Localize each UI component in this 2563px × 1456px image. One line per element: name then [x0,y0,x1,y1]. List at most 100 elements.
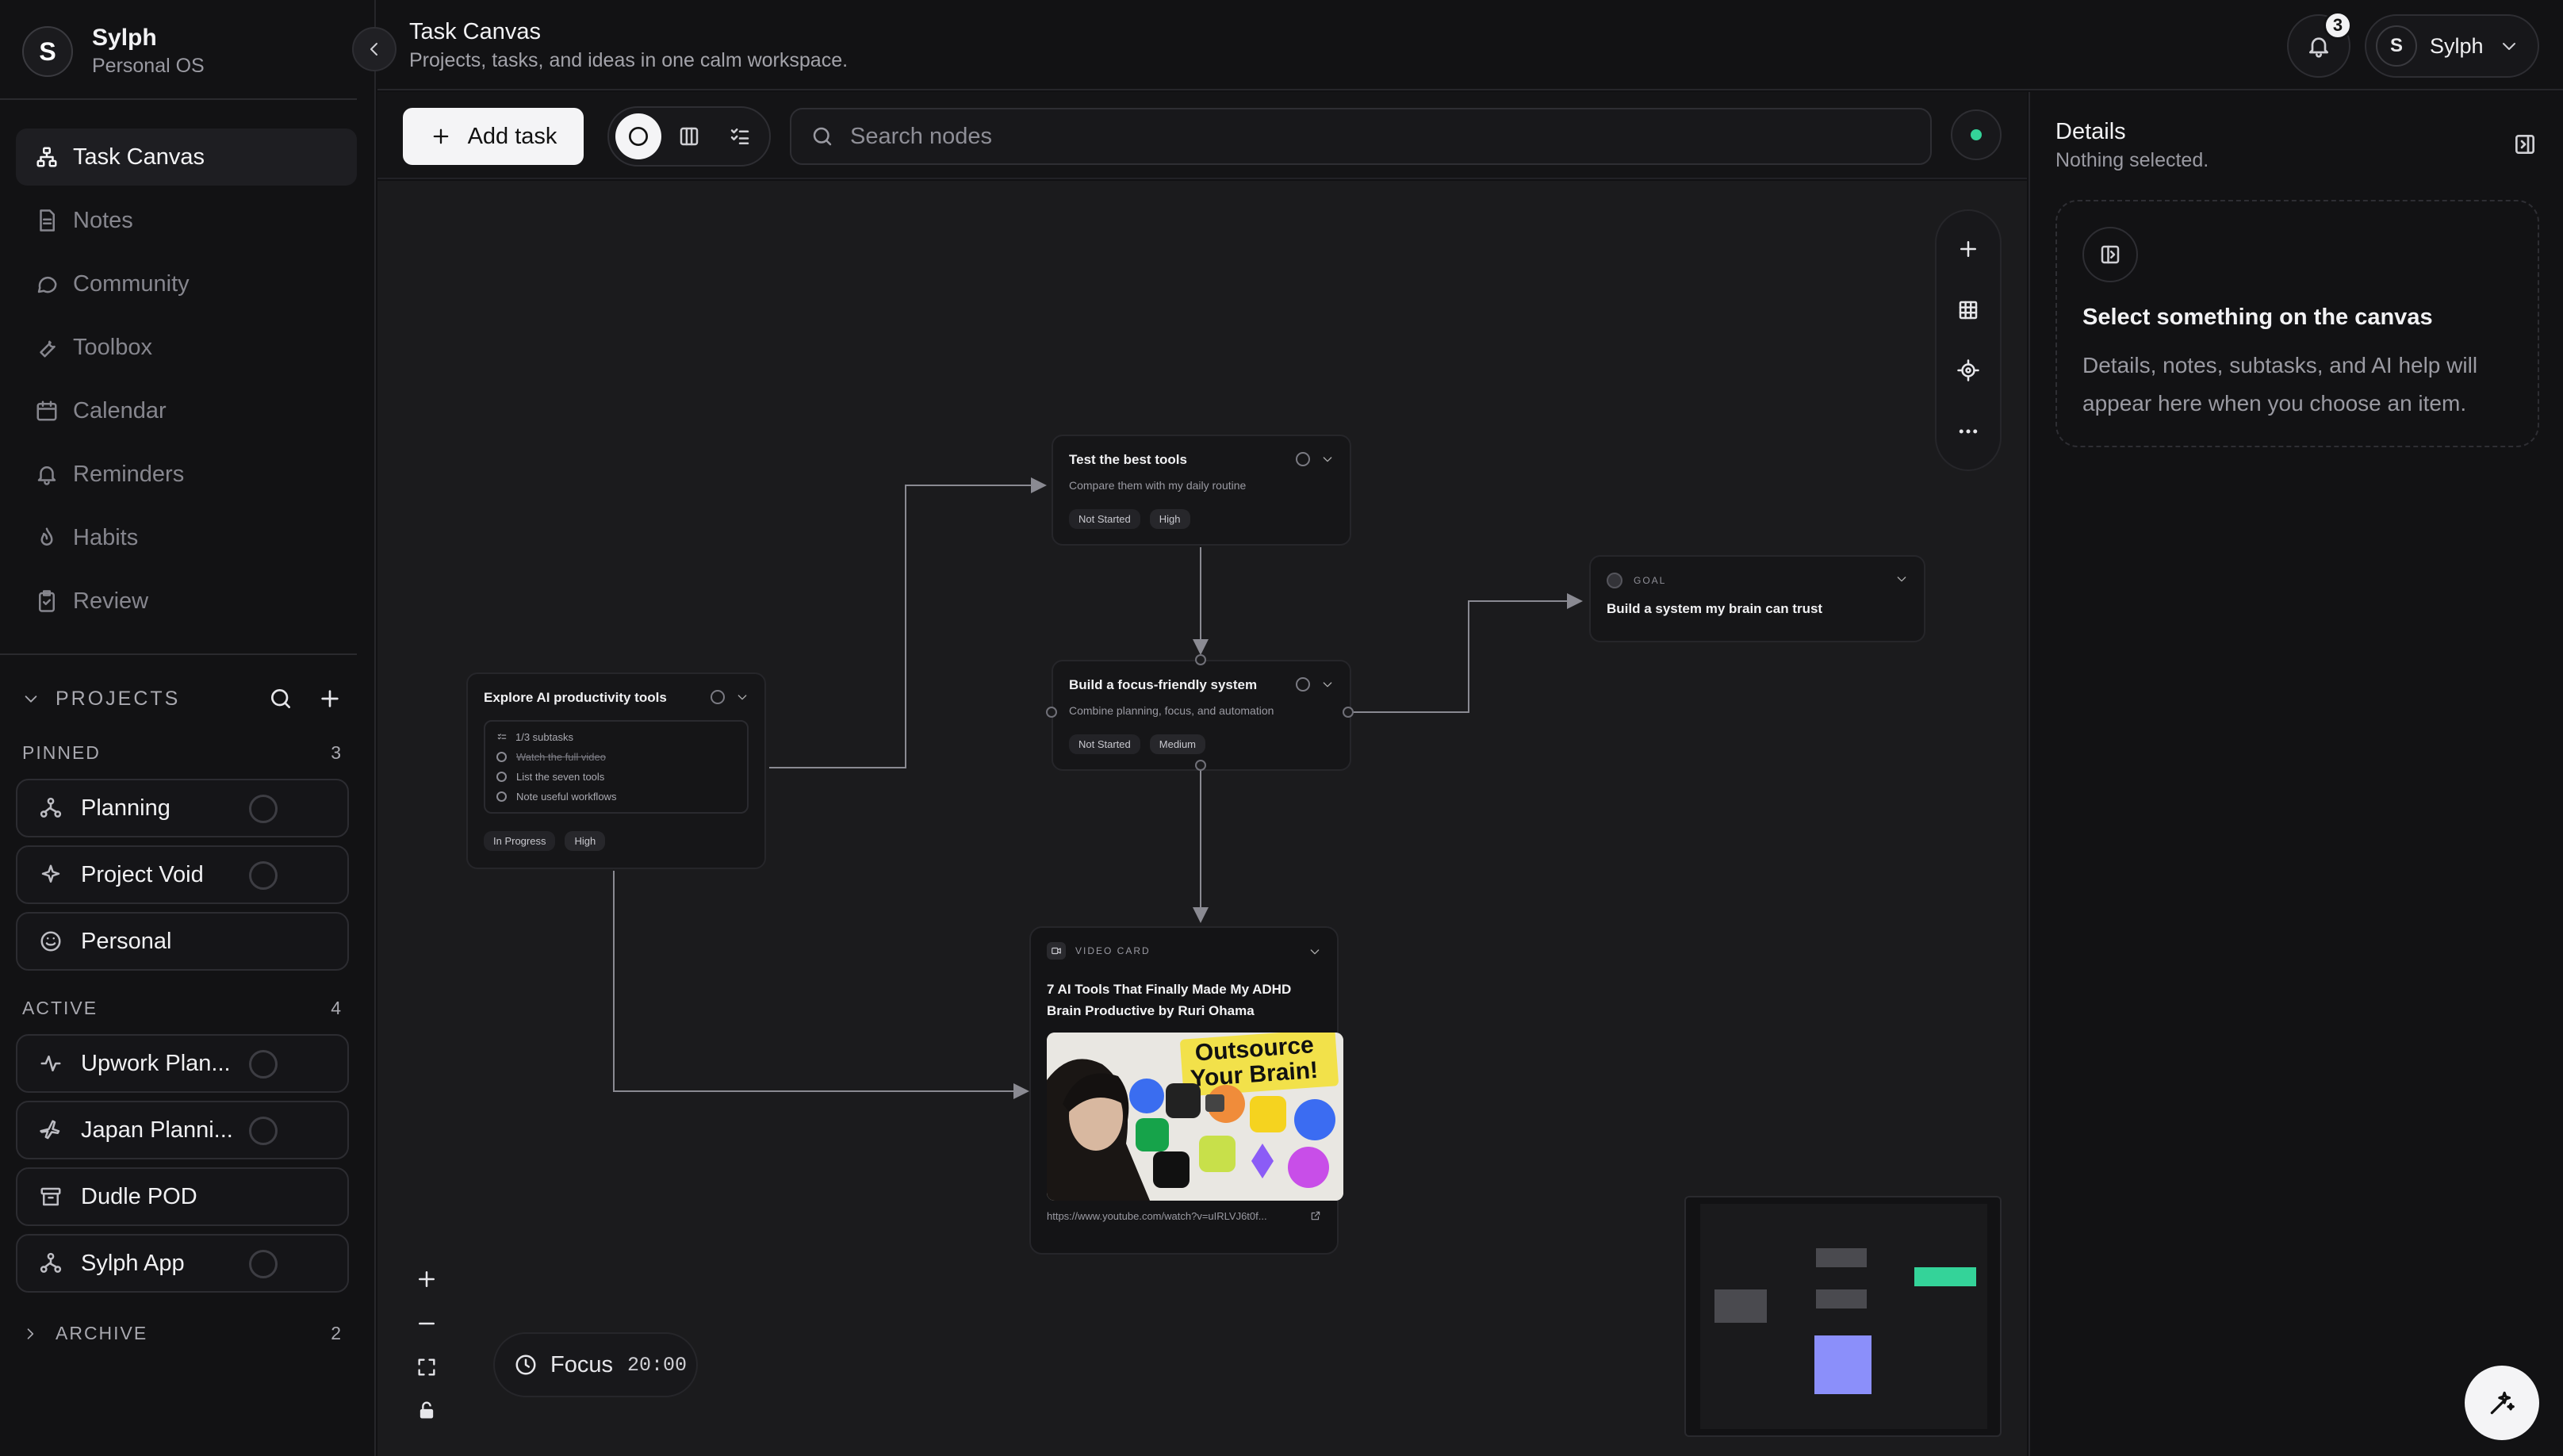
plus-icon[interactable] [317,686,343,711]
locate-button[interactable] [1956,358,1980,382]
search-box[interactable] [790,108,1932,165]
nav-item-task-canvas[interactable]: Task Canvas [16,128,357,186]
grid-icon [1959,301,1978,319]
chevron-left-icon [370,43,377,56]
focus-timer[interactable]: Focus 20:00 [493,1332,698,1397]
document-icon [33,207,60,234]
nav-label: Community [73,270,190,297]
chevron-down-icon[interactable] [22,690,40,707]
goal-label: GOAL [1634,575,1667,586]
project-item-sylph-app[interactable]: Sylph App [16,1234,349,1293]
more-button[interactable] [1956,420,1980,443]
nav-item-habits[interactable]: Habits [16,509,357,566]
user-menu-button[interactable]: S Sylph [2365,14,2539,78]
minimap[interactable] [1684,1196,2002,1437]
node-title: Explore AI productivity tools [484,690,667,705]
bell-icon [33,461,60,488]
video-card-node[interactable]: VIDEO CARD 7 AI Tools That Finally Made … [1029,926,1343,1255]
project-status-circle[interactable] [249,1250,278,1278]
notifications-button[interactable]: 3 [2287,11,2352,78]
connection-port[interactable] [1046,707,1057,718]
projects-label: PROJECTS [56,687,181,710]
external-link-icon[interactable] [1310,1210,1321,1222]
zoom-controls [401,1259,452,1429]
project-status-circle[interactable] [249,1117,278,1145]
nav-item-review[interactable]: Review [16,573,357,630]
search-input[interactable] [850,123,1930,150]
connection-port[interactable] [1195,654,1206,665]
clock-icon [515,1354,536,1375]
sync-status-indicator[interactable] [1951,109,2002,160]
task-node-focus-system[interactable]: Build a focus-friendly system Combine pl… [1052,660,1351,771]
project-status-circle[interactable] [249,861,278,890]
project-item-japan[interactable]: Japan Planni... [16,1101,349,1159]
subtask-checkbox[interactable] [496,772,507,782]
connection-port[interactable] [1343,707,1354,718]
video-card-label: VIDEO CARD [1075,945,1151,956]
list-view-button[interactable] [717,113,763,159]
complete-toggle[interactable] [711,690,725,704]
goal-node[interactable]: GOAL Build a system my brain can trust [1589,555,1925,642]
node-description: Compare them with my daily routine [1069,479,1247,492]
project-status-circle[interactable] [249,1050,278,1079]
zoom-in-button[interactable] [415,1267,439,1291]
subtask-item[interactable]: Note useful workflows [496,791,736,803]
project-name: Japan Planni... [81,1117,233,1143]
app-root: S Sylph Personal OS Task Canvas Notes Co… [0,0,2563,1456]
chevron-down-icon[interactable] [1321,678,1334,691]
lock-button[interactable] [416,1399,438,1421]
grid-button[interactable] [1956,298,1980,322]
archive-group[interactable]: ARCHIVE 2 [22,1323,343,1344]
project-item-project-void[interactable]: Project Void [16,845,349,904]
project-item-planning[interactable]: Planning [16,779,349,837]
chat-icon [33,270,60,297]
zoom-out-button[interactable] [415,1312,439,1335]
nav-item-calendar[interactable]: Calendar [16,382,357,439]
collapse-sidebar-button[interactable] [352,27,397,71]
fit-view-button[interactable] [416,1356,438,1378]
complete-toggle[interactable] [1296,452,1310,466]
subtask-checkbox[interactable] [496,791,507,802]
video-thumbnail[interactable]: Outsource Your Brain! [1047,1033,1343,1201]
search-icon [813,127,832,146]
project-name: Personal [81,928,172,954]
toggle-panel-button[interactable] [2512,132,2538,157]
priority-badge: Medium [1149,734,1206,754]
minimap-node-goal [1914,1267,1976,1286]
nav-item-notes[interactable]: Notes [16,192,357,249]
connection-port[interactable] [1195,760,1206,771]
search-icon[interactable] [268,686,293,711]
chevron-down-icon[interactable] [1308,945,1321,958]
pinned-group-header: PINNED 3 [22,742,343,764]
board-view-button[interactable] [666,113,712,159]
brand[interactable]: S Sylph Personal OS [22,24,205,79]
nav-item-toolbox[interactable]: Toolbox [16,319,357,376]
subtask-checkbox[interactable] [496,752,507,762]
chevron-down-icon[interactable] [736,691,749,703]
chevron-down-icon[interactable] [1321,453,1334,466]
lock-icon [420,1401,434,1419]
nav-item-community[interactable]: Community [16,255,357,312]
subtask-item[interactable]: Watch the full video [496,751,736,763]
task-canvas[interactable]: Test the best tools Compare them with my… [377,181,2027,1456]
task-node-test-tools[interactable]: Test the best tools Compare them with my… [1052,435,1351,546]
canvas-view-button[interactable] [615,113,661,159]
subtask-item[interactable]: List the seven tools [496,771,736,783]
archive-label: ARCHIVE [56,1323,148,1343]
project-item-upwork[interactable]: Upwork Plan... [16,1034,349,1093]
project-status-circle[interactable] [249,795,278,823]
complete-toggle[interactable] [1296,677,1310,692]
add-task-button[interactable]: Add task [403,108,584,165]
task-node-explore-ai[interactable]: Explore AI productivity tools 1/3 subtas… [466,672,766,869]
pinned-count: 3 [331,742,343,763]
chevron-right-icon[interactable] [22,1326,38,1342]
video-url-link[interactable]: https://www.youtube.com/watch?v=uIRLVJ6t… [1047,1210,1267,1222]
project-item-personal[interactable]: Personal [16,912,349,971]
add-node-button[interactable] [1956,237,1980,261]
nav-item-reminders[interactable]: Reminders [16,446,357,503]
focus-time: 20:00 [626,1353,687,1377]
ai-assistant-button[interactable] [2465,1366,2539,1440]
project-item-dudle-pod[interactable]: Dudle POD [16,1167,349,1226]
chevron-down-icon[interactable] [1895,573,1908,585]
panel-left-icon [2082,227,2138,282]
